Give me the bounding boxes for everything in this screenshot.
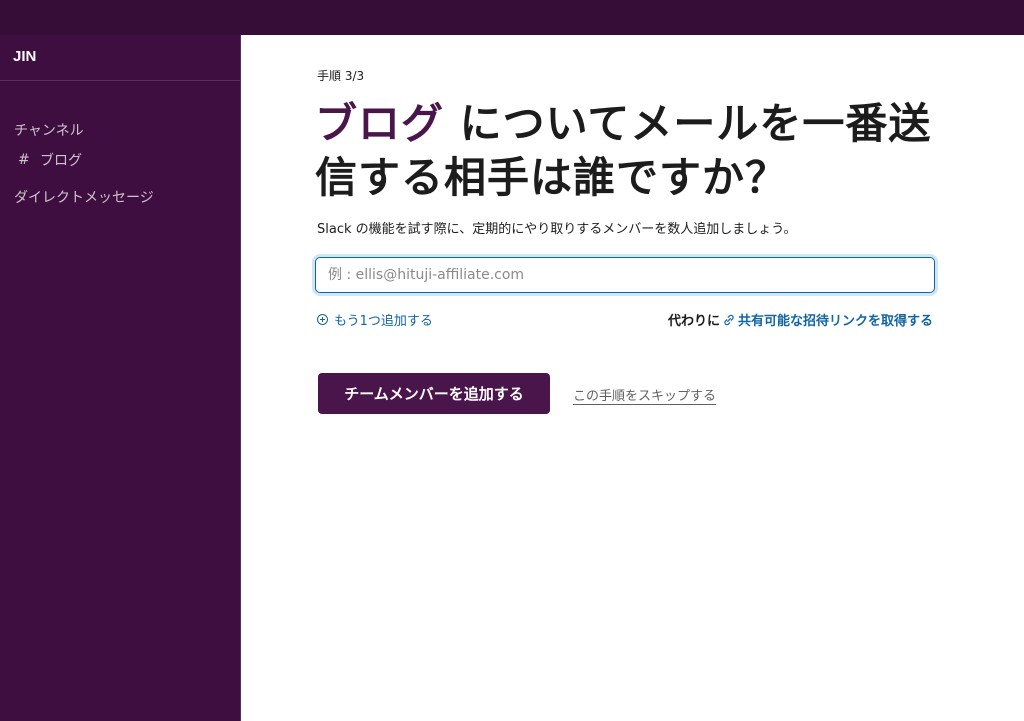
get-invite-link[interactable]: 共有可能な招待リンクを取得する	[738, 310, 933, 329]
sidebar-section-channels[interactable]: チャンネル	[14, 120, 84, 140]
add-another-button[interactable]: もう1つ追加する	[317, 310, 433, 329]
share-link-area: 代わりに 共有可能な招待リンクを取得する	[668, 310, 933, 329]
plus-circle-icon	[317, 314, 328, 325]
sidebar-item-channel-blog[interactable]: # ブログ	[18, 150, 82, 170]
sidebar: JIN チャンネル # ブログ ダイレクトメッセージ	[0, 35, 241, 721]
add-another-label: もう1つ追加する	[334, 314, 433, 329]
main-panel: 手順 3/3 ブログ についてメールを一番送信する相手は誰ですか？ Slack …	[241, 35, 1024, 721]
skip-step-link[interactable]: この手順をスキップする	[573, 385, 716, 404]
page-title: ブログ についてメールを一番送信する相手は誰ですか？	[315, 97, 955, 205]
share-prefix: 代わりに	[667, 314, 720, 329]
add-team-members-button[interactable]: チームメンバーを追加する	[318, 373, 550, 414]
sidebar-item-label: ブログ	[40, 153, 82, 169]
link-icon	[724, 314, 734, 325]
hash-icon: #	[18, 152, 30, 168]
step-indicator: 手順 3/3	[317, 69, 365, 83]
email-input[interactable]	[315, 257, 935, 293]
top-bar	[0, 0, 1024, 35]
page-description: Slack の機能を試す際に、定期的にやり取りするメンバーを数人追加しましょう。	[317, 222, 797, 237]
workspace-name[interactable]: JIN	[0, 35, 240, 81]
sidebar-section-direct-messages[interactable]: ダイレクトメッセージ	[14, 187, 154, 207]
title-channel-name: ブログ	[315, 99, 445, 148]
